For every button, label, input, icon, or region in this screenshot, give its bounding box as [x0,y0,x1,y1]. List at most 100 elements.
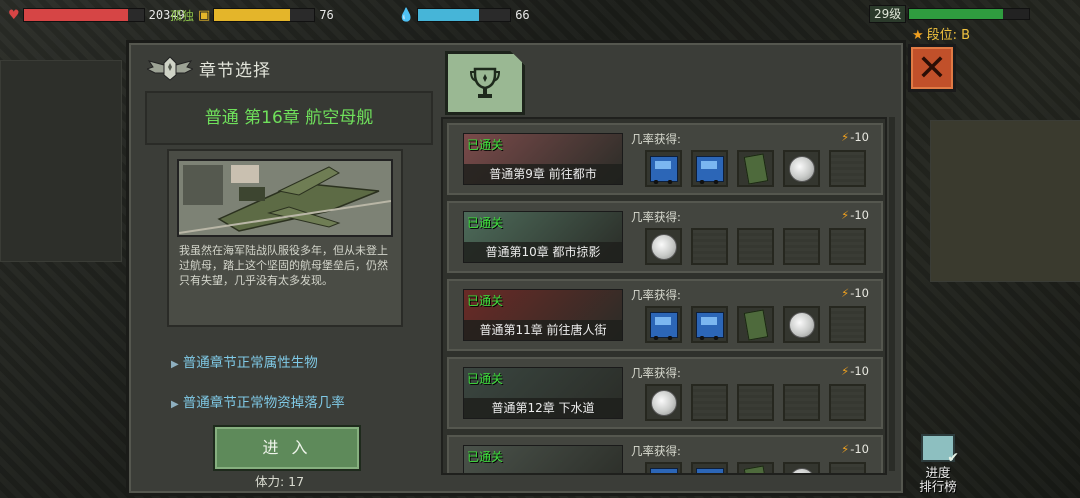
close-icon: ✕ [916,47,948,89]
item-slot[interactable] [645,306,682,343]
item-slot[interactable] [645,384,682,421]
item-slot[interactable] [691,150,728,187]
empty-slot [691,384,728,421]
item-slot[interactable] [737,462,774,473]
cart-icon [695,155,724,184]
energy-cost-value: -10 [850,286,869,300]
drop-rate-label: 几率获得: [631,288,681,302]
ranking-label-1: 进度 [925,465,951,480]
chapter-row[interactable]: 已通关 普通第12章 下水道 几率获得: ⚡-10 [447,357,883,429]
cleared-badge: 已通关 [467,450,504,464]
arrow-right-icon: ▶ [171,359,179,370]
item-slot[interactable] [691,306,728,343]
heart-icon: ♥ [8,7,20,23]
hp-bar [22,8,145,22]
chapter-list[interactable]: 已通关 普通第9章 前往都市 几率获得: ⚡-10 已通关 普通第10章 都市掠影 几率获得… [441,117,887,475]
energy-cost: ⚡-10 [841,286,869,300]
empty-slot [829,306,866,343]
item-slot[interactable] [645,462,682,473]
lightning-icon: ⚡ [841,208,850,222]
energy-cost: ⚡-10 [841,364,869,378]
lightning-icon: ⚡ [841,286,850,300]
chapter-row[interactable]: 已通关 普通第9章 前往都市 几率获得: ⚡-10 [447,123,883,195]
chapter-info-box: 我虽然在海军陆战队服役多年，但从未登上过航母，踏上这个坚固的航母堡垒后，仍然只有… [167,149,403,327]
creature-info-link[interactable]: ▶ 普通章节正常属性生物 [171,351,318,371]
coin-icon [650,389,677,416]
reward-slots [645,228,875,265]
cleared-badge: 已通关 [467,138,504,152]
item-slot[interactable] [783,306,820,343]
empty-slot [829,228,866,265]
close-button[interactable]: ✕ [908,44,956,92]
creature-info-label: 普通章节正常属性生物 [182,355,318,371]
item-slot[interactable] [737,306,774,343]
food-bar [213,8,316,22]
empty-slot [829,150,866,187]
tab-trophy[interactable] [445,51,525,115]
chapter-thumbnail: 已通关 普通第9章 前往都市 [463,133,623,185]
chapter-row[interactable]: 已通关 普通第10章 都市掠影 几率获得: ⚡-10 [447,201,883,273]
water-value: 66 [515,8,530,22]
canister-icon [743,308,768,341]
panel-header: 章节选择 [145,53,271,83]
drop-rate-link[interactable]: ▶ 普通章节正常物资掉落几率 [171,391,345,411]
panel-title: 章节选择 [199,60,271,81]
ranking-label-2: 排行榜 [919,479,957,494]
empty-slot [737,228,774,265]
item-slot[interactable] [691,462,728,473]
chapter-row[interactable]: 已通关 普通第11章 前往唐人街 几率获得: ⚡-10 [447,279,883,351]
chapter-thumbnail: 已通关 [463,445,623,473]
wings-emblem-icon [145,53,195,83]
drop-rate-label: 几率获得: [631,444,681,458]
cart-icon [695,311,724,340]
energy-cost-value: -10 [850,130,869,144]
canister-icon [743,464,768,473]
lightning-icon: ⚡ [841,130,850,144]
background-crates [930,120,1080,282]
item-slot[interactable] [783,150,820,187]
stamina-cost: 体力: 17 [255,474,305,489]
empty-slot [783,228,820,265]
chapter-thumbnail: 已通关 普通第12章 下水道 [463,367,623,419]
food-icon: ▣ [198,7,211,23]
reward-slots [645,150,875,187]
item-slot[interactable] [645,228,682,265]
chapter-row[interactable]: 已通关 几率获得: ⚡-10 [447,435,883,473]
chapter-thumbnail: 已通关普通第11章 前往唐人街 [463,289,623,341]
drop-rate-label: 几率获得: [631,210,681,224]
energy-cost-value: -10 [850,364,869,378]
chapter-description: 我虽然在海军陆战队服役多年，但从未登上过航母，踏上这个坚固的航母堡垒后，仍然只有… [179,244,388,287]
enter-button[interactable]: 进 入 [213,425,361,471]
lightning-icon: ⚡ [841,364,850,378]
progress-ranking-button[interactable]: 进度 排行榜 [912,434,964,494]
star-icon: ★ [912,28,924,43]
drop-rate-label: 几率获得: [631,366,681,380]
drop-rate-label: 普通章节正常物资掉落几率 [182,395,345,411]
empty-slot [829,384,866,421]
coin-icon [650,233,677,260]
chapter-name: 普通第10章 都市掠影 [464,242,622,262]
cart-icon [649,467,678,473]
cleared-badge: 已通关 [467,294,504,308]
water-bar [417,8,512,22]
water-display: 💧 66 [398,4,530,26]
energy-cost: ⚡-10 [841,442,869,456]
empty-slot [737,384,774,421]
food-value: 76 [319,8,334,22]
energy-cost: ⚡-10 [841,130,869,144]
chapter-thumbnail: 已通关 普通第10章 都市掠影 [463,211,623,263]
food-display: 孤独 ▣ 76 [170,4,334,26]
lightning-icon: ⚡ [841,442,850,456]
list-scrollbar[interactable] [889,117,895,471]
energy-cost-value: -10 [850,442,869,456]
energy-cost: ⚡-10 [841,208,869,222]
item-slot[interactable] [645,150,682,187]
item-slot[interactable] [783,462,820,473]
cart-icon [649,155,678,184]
chapter-select-panel: 章节选择 普通 第16章 航空母舰 我虽然在海军陆战队服役多年，但从未登上过航母… [126,40,906,496]
rank-text: 段位: B [926,28,971,43]
item-slot[interactable] [737,150,774,187]
chapter-name: 普通第11章 前往唐人街 [464,320,622,340]
coin-icon [788,467,815,473]
arrow-right-icon: ▶ [171,399,179,410]
